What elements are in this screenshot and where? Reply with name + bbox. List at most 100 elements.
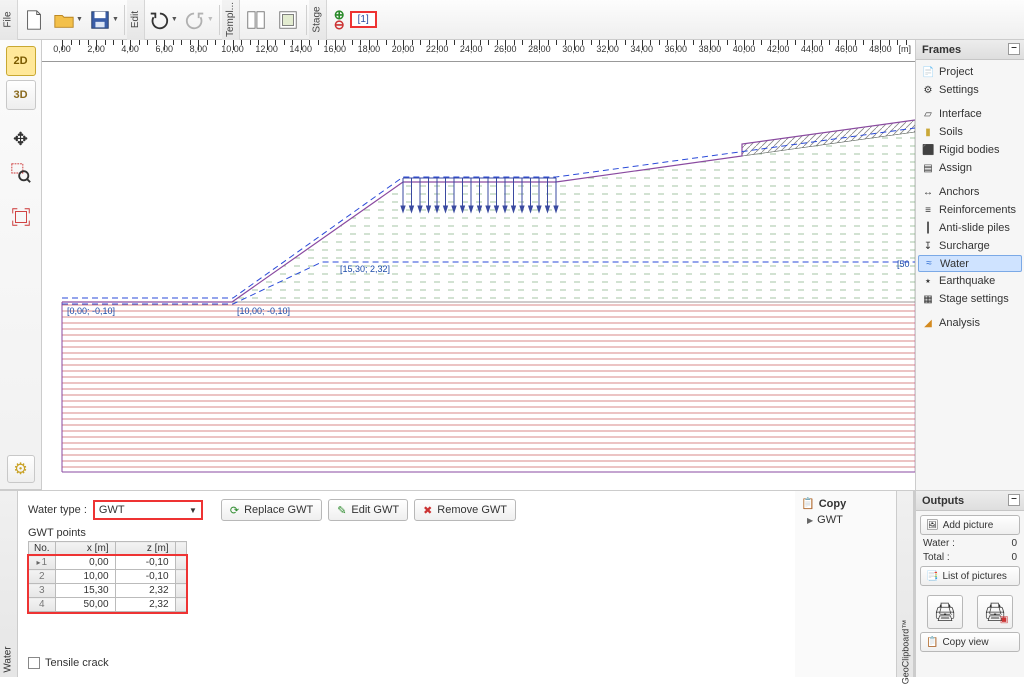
frame-item-icon: ▮ — [922, 127, 934, 138]
edit-tab[interactable]: Edit — [127, 0, 145, 40]
copy-icon: 📋 — [801, 497, 815, 510]
frame-item-icon: ⚙ — [922, 85, 934, 96]
outputs-total-value: 0 — [1011, 552, 1017, 563]
frame-item-anti-slide-piles[interactable]: ┃Anti-slide piles — [918, 219, 1022, 237]
copy-view-button[interactable]: 📋 Copy view — [920, 632, 1020, 652]
frame-item-assign[interactable]: ▤Assign — [918, 159, 1022, 177]
template-button-2[interactable] — [273, 2, 303, 38]
frame-item-water[interactable]: ≈ Water — [918, 255, 1022, 272]
copy-gwt-item[interactable]: ▶ GWT — [801, 514, 890, 526]
undo-icon — [148, 9, 170, 31]
frame-item-label: Stage settings — [939, 293, 1009, 305]
frame-item-label: Anchors — [939, 186, 979, 198]
zoom-select-icon — [10, 162, 32, 184]
edit-gwt-button[interactable]: ✎ Edit GWT — [328, 499, 408, 521]
chevron-right-icon: ▶ — [807, 516, 813, 525]
open-file-button[interactable]: ▼ — [51, 2, 85, 38]
gwt-row-no: 4 — [29, 598, 56, 612]
frame-item-icon: ▤ — [922, 163, 934, 174]
view-2d-button[interactable]: 2D — [6, 46, 36, 76]
gwt-row[interactable]: 10,00-0,10 — [29, 556, 187, 570]
add-picture-button[interactable]: 🖼 Add picture — [920, 515, 1020, 535]
frame-item-stage-settings[interactable]: ▦ Stage settings — [918, 290, 1022, 308]
tensile-crack-checkbox[interactable] — [28, 657, 40, 669]
gwt-row[interactable]: 210,00-0,10 — [29, 570, 187, 584]
zoom-select-button[interactable] — [6, 158, 36, 188]
frame-item-earthquake[interactable]: ⭑Earthquake — [918, 272, 1022, 290]
gwt-row[interactable]: 315,302,32 — [29, 584, 187, 598]
file-tab[interactable]: File — [0, 0, 18, 40]
frame-item-label: Water — [940, 258, 969, 270]
gwt-row-z: -0,10 — [115, 570, 175, 584]
frame-item-anchors[interactable]: ↔Anchors — [918, 183, 1022, 201]
save-icon — [89, 9, 111, 31]
canvas-area[interactable]: [m] 0,002,004,006,008,0010,0012,0014,001… — [42, 40, 915, 490]
stage-tab[interactable]: Stage — [309, 0, 327, 40]
frames-minimize-button[interactable]: – — [1008, 43, 1020, 55]
frame-item-settings[interactable]: ⚙Settings — [918, 81, 1022, 99]
ruler: [m] 0,002,004,006,008,0010,0012,0014,001… — [42, 40, 915, 62]
gwt-row-x: 15,30 — [55, 584, 115, 598]
add-picture-icon: 🖼 — [926, 520, 939, 531]
redo-icon — [184, 9, 206, 31]
template2-icon — [277, 9, 299, 31]
frame-item-label: Reinforcements — [939, 204, 1016, 216]
gwt-points-table[interactable]: No. x [m] z [m] 10,00-0,10210,00-0,10315… — [28, 541, 187, 612]
view-settings-button[interactable]: ⚙ — [7, 455, 35, 483]
frame-item-icon: ▦ — [922, 294, 934, 305]
frame-item-rigid-bodies[interactable]: ⬛ Rigid bodies — [918, 141, 1022, 159]
frame-item-soils[interactable]: ▮Soils — [918, 123, 1022, 141]
frame-item-icon: ▱ — [922, 109, 934, 120]
template-icon — [245, 9, 267, 31]
stage-1-button[interactable]: [1] — [350, 11, 377, 28]
gwt-row-no: 3 — [29, 584, 56, 598]
frame-item-icon: ⭑ — [922, 276, 934, 287]
left-toolbar: 2D 3D ✥ ⚙ — [0, 40, 42, 490]
frame-item-label: Rigid bodies — [939, 144, 1000, 156]
frame-item-icon: ≈ — [923, 258, 935, 269]
gwt-points-label: GWT points — [28, 527, 798, 539]
remove-stage-button[interactable]: ⊖ — [334, 20, 345, 30]
fit-view-button[interactable] — [6, 202, 36, 232]
remove-gwt-button[interactable]: ✖ Remove GWT — [414, 499, 516, 521]
ruler-unit: [m] — [899, 44, 912, 54]
printer-icon: 🖨 — [934, 602, 957, 623]
fit-icon — [10, 206, 32, 228]
list-of-pictures-button[interactable]: 📑 List of pictures — [920, 566, 1020, 586]
gwt-row[interactable]: 450,002,32 — [29, 598, 187, 612]
pencil-icon: ✎ — [337, 504, 346, 517]
water-type-select[interactable]: GWT▼ — [93, 500, 203, 520]
outputs-minimize-button[interactable]: – — [1008, 494, 1020, 506]
coord-label-3: [15,30; 2,32] — [340, 264, 390, 274]
frames-list: 📄Project⚙Settings ▱Interface▮Soils ⬛ Rigid … — [916, 60, 1024, 335]
gwt-row-z: 2,32 — [115, 598, 175, 612]
water-panel: Water Water type : GWT▼ ⟳ Replace GWT ✎ … — [0, 490, 809, 677]
replace-gwt-button[interactable]: ⟳ Replace GWT — [221, 499, 322, 521]
undo-button[interactable]: ▼ — [146, 2, 180, 38]
print-color-button[interactable]: 🖨▣ — [977, 595, 1013, 629]
gwt-row-x: 0,00 — [55, 556, 115, 570]
view-3d-button[interactable]: 3D — [6, 80, 36, 110]
frame-item-interface[interactable]: ▱Interface — [918, 105, 1022, 123]
frame-item-surcharge[interactable]: ↧Surcharge — [918, 237, 1022, 255]
save-file-button[interactable]: ▼ — [87, 2, 121, 38]
frames-panel: Frames – 📄Project⚙Settings▱Interface▮Soi… — [915, 40, 1024, 490]
redo-button[interactable]: ▼ — [182, 2, 216, 38]
frame-item-label: Project — [939, 66, 973, 78]
tensile-crack-label: Tensile crack — [45, 657, 109, 669]
print-button[interactable]: 🖨 — [927, 595, 963, 629]
copy-header: 📋 Copy — [801, 497, 890, 510]
template-button-1[interactable] — [241, 2, 271, 38]
frame-item-icon: ┃ — [922, 223, 934, 234]
gwt-col-no: No. — [29, 542, 56, 556]
new-file-button[interactable] — [19, 2, 49, 38]
frame-item-project[interactable]: 📄Project — [918, 63, 1022, 81]
templ-tab[interactable]: Templ... — [222, 0, 240, 40]
frame-item-analysis[interactable]: ◢Analysis — [918, 314, 1022, 332]
frame-item-icon: ⬛ — [922, 145, 934, 156]
scene[interactable]: [0,00; -0,10] [10,00; -0,10] [15,30; 2,3… — [42, 62, 915, 490]
top-toolbar: File ▼ ▼ Edit ▼ ▼ Templ... Stage ⊕ ⊖ [1] — [0, 0, 1024, 40]
pan-button[interactable]: ✥ — [6, 124, 36, 154]
frame-item-icon: ◢ — [922, 318, 934, 329]
frame-item-reinforcements[interactable]: ≡Reinforcements — [918, 201, 1022, 219]
